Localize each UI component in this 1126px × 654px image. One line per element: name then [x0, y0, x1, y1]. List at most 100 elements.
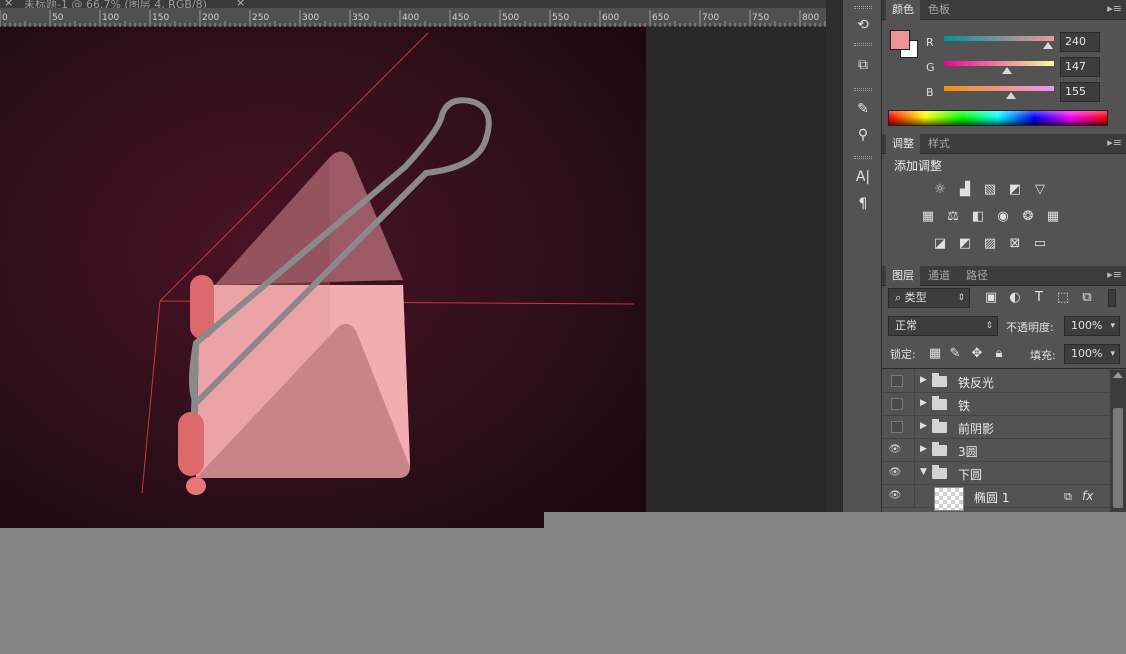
tab-layers[interactable]: 图层 — [886, 266, 920, 286]
selective-color-icon[interactable]: ⊠ — [1006, 236, 1024, 252]
track-g[interactable] — [944, 61, 1054, 66]
vertical-scrollbar[interactable] — [826, 0, 842, 512]
levels-icon[interactable]: ▟ — [956, 182, 974, 198]
chevron-down-icon[interactable]: ▼ — [920, 467, 927, 477]
layer-name[interactable]: 下圆 — [958, 466, 982, 483]
value-r[interactable]: 240 — [1060, 32, 1100, 52]
channel-mixer-icon[interactable]: ❂ — [1019, 209, 1037, 225]
eye-icon[interactable]: 👁︎ — [888, 490, 902, 502]
track-r[interactable] — [944, 36, 1054, 41]
hue-saturation-icon[interactable]: ▦ — [919, 209, 937, 225]
opacity-field[interactable]: 100% ▾ — [1064, 316, 1120, 336]
lock-all-icon[interactable]: 🔒︎ — [990, 346, 1008, 362]
layer-name[interactable]: 3圆 — [958, 443, 978, 460]
dock-grip-2[interactable] — [854, 43, 872, 46]
eye-icon[interactable]: 👁︎ — [888, 467, 902, 479]
photo-filter-icon[interactable]: ◉ — [994, 209, 1012, 225]
posterize-icon[interactable]: ◩ — [956, 236, 974, 252]
value-g[interactable]: 147 — [1060, 57, 1100, 77]
layer-row[interactable]: 👁︎ ▶ 3圆 — [882, 439, 1110, 462]
3d-icon[interactable]: ⧉ — [851, 54, 875, 76]
character-icon[interactable]: A| — [851, 166, 875, 188]
gradient-map-icon[interactable]: ▭ — [1031, 236, 1049, 252]
filter-adjustment-icon[interactable]: ◐ — [1006, 290, 1024, 306]
dock-grip-4[interactable] — [854, 156, 872, 159]
black-white-icon[interactable]: ◧ — [969, 209, 987, 225]
dock-grip-3[interactable] — [854, 88, 872, 91]
history-icon[interactable]: ⟲ — [851, 14, 875, 36]
ruler-label: 500 — [502, 13, 519, 23]
adjust-panel-tabs: 调整 样式 ▸≡ — [882, 134, 1126, 154]
layer-row[interactable]: ▶ 铁反光 — [882, 370, 1110, 393]
chevron-right-icon[interactable]: ▶ — [920, 375, 927, 385]
filter-shape-icon[interactable]: ⬚ — [1054, 290, 1072, 306]
invert-icon[interactable]: ◪ — [931, 236, 949, 252]
brush-preset-icon[interactable]: ✎ — [851, 98, 875, 120]
tab-swatches[interactable]: 色板 — [922, 0, 956, 20]
adjust-panel-menu-icon[interactable]: ▸≡ — [1107, 136, 1122, 149]
document-tab-title: 未标题-1 @ 66.7% (图层 4, RGB/8) — [24, 0, 207, 8]
exposure-icon[interactable]: ◩ — [1006, 182, 1024, 198]
lock-transparent-icon[interactable]: ▦ — [926, 346, 944, 362]
thumb-r[interactable] — [1042, 42, 1053, 49]
filter-type-icon[interactable]: T — [1030, 290, 1048, 306]
tab-channels[interactable]: 通道 — [922, 266, 956, 286]
brightness-icon[interactable]: ☼ — [931, 182, 949, 198]
threshold-icon[interactable]: ▨ — [981, 236, 999, 252]
layer-name[interactable]: 椭圆 1 — [974, 489, 1009, 506]
chevron-right-icon[interactable]: ▶ — [920, 398, 927, 408]
lock-position-icon[interactable]: ✥ — [968, 346, 986, 362]
visibility-toggle[interactable] — [891, 421, 903, 433]
vibrance-icon[interactable]: ▽ — [1031, 182, 1049, 198]
layer-row[interactable]: ▶ 铁 — [882, 393, 1110, 416]
layer-effects-icon[interactable]: fx — [1082, 489, 1093, 503]
color-spectrum-bar[interactable] — [888, 110, 1108, 126]
slider-g[interactable]: G 147 — [882, 57, 1126, 79]
slider-b[interactable]: B 155 — [882, 82, 1126, 104]
lock-image-icon[interactable]: ✎ — [946, 346, 964, 362]
curves-icon[interactable]: ▧ — [981, 182, 999, 198]
tab-adjustments[interactable]: 调整 — [886, 134, 920, 154]
layers-scrollbar[interactable] — [1110, 370, 1126, 512]
fill-field[interactable]: 100% ▾ — [1064, 344, 1120, 364]
filter-toggle[interactable] — [1108, 289, 1116, 307]
chevron-right-icon[interactable]: ▶ — [920, 444, 927, 454]
tab-styles[interactable]: 样式 — [922, 134, 956, 154]
tab-close-icon[interactable]: × — [4, 0, 13, 8]
layer-thumbnail[interactable] — [934, 487, 964, 511]
track-b[interactable] — [944, 86, 1054, 91]
filter-pixel-icon[interactable]: ▣ — [982, 290, 1000, 306]
panel-menu-icon[interactable]: ▸≡ — [1107, 2, 1122, 15]
color-balance-icon[interactable]: ⚖ — [944, 209, 962, 225]
color-lookup-icon[interactable]: ▦ — [1044, 209, 1062, 225]
layers-panel-menu-icon[interactable]: ▸≡ — [1107, 268, 1122, 281]
thumb-g[interactable] — [1002, 67, 1013, 74]
layer-row[interactable]: ▶ 前阴影 — [882, 416, 1110, 439]
tab-paths[interactable]: 路径 — [960, 266, 994, 286]
chevron-right-icon[interactable]: ▶ — [920, 421, 927, 431]
layer-name[interactable]: 铁反光 — [958, 374, 994, 391]
document-canvas[interactable] — [0, 27, 826, 528]
layer-filter-dropdown[interactable]: ⌕ 类型 ⇕ — [888, 288, 970, 308]
filter-smart-object-icon[interactable]: ⧉ — [1078, 290, 1096, 306]
layer-name[interactable]: 前阴影 — [958, 420, 994, 437]
layer-row[interactable]: 👁︎ ▼ 下圆 — [882, 462, 1110, 485]
blend-mode-dropdown[interactable]: 正常 ⇕ — [888, 316, 998, 336]
visibility-toggle[interactable] — [891, 398, 903, 410]
visibility-toggle[interactable] — [891, 375, 903, 387]
paragraph-icon[interactable]: ¶ — [851, 193, 875, 215]
scroll-up-icon[interactable] — [1113, 372, 1123, 378]
clone-source-icon[interactable]: ⚲ — [851, 124, 875, 146]
dock-grip[interactable] — [854, 6, 872, 9]
eye-icon[interactable]: 👁︎ — [888, 444, 902, 456]
tab-close-icon-2[interactable]: × — [236, 0, 245, 8]
document-tab[interactable]: × 未标题-1 @ 66.7% (图层 4, RGB/8) × — [0, 0, 245, 8]
foreground-swatch-front[interactable] — [890, 30, 910, 50]
slider-r[interactable]: R 240 — [882, 32, 1126, 54]
layer-name[interactable]: 铁 — [958, 397, 970, 414]
layer-row[interactable]: 👁︎ 椭圆 1 ⧉ fx — [882, 485, 1110, 511]
value-b[interactable]: 155 — [1060, 82, 1100, 102]
tab-color[interactable]: 颜色 — [886, 0, 920, 20]
thumb-b[interactable] — [1005, 92, 1016, 99]
scroll-thumb[interactable] — [1113, 408, 1123, 508]
